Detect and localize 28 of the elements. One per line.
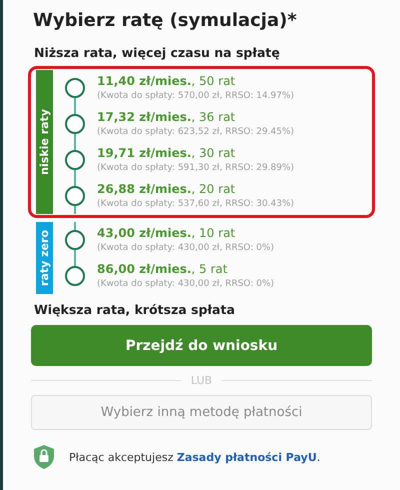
radio-button[interactable]	[65, 186, 85, 206]
section-label: Większa rata, krótsza spłata	[34, 302, 236, 317]
radio-button[interactable]	[65, 230, 85, 250]
shield-lock-icon	[33, 444, 55, 470]
installment-option[interactable]: 19,71 zł/mies., 30 rat	[97, 146, 294, 160]
installment-details: (Kwota do spłaty: 570,00 zł, RRSO: 14.97%)	[97, 90, 294, 100]
group-label: niskie raty	[36, 70, 53, 214]
group-label: raty zero	[36, 222, 53, 294]
installment-details: (Kwota do spłaty: 430,00 zł, RRSO: 0%)	[97, 242, 274, 252]
page-title: Wybierz ratę (symulacja)*	[33, 10, 298, 31]
proceed-button[interactable]: Przejdź do wniosku	[31, 325, 372, 366]
radio-button[interactable]	[65, 114, 85, 134]
installment-option[interactable]: 86,00 zł/mies., 5 rat	[97, 262, 274, 276]
installment-details: (Kwota do spłaty: 430,00 zł, RRSO: 0%)	[97, 278, 274, 288]
other-method-button[interactable]: Wybierz inną metodę płatności	[31, 395, 372, 430]
installment-option[interactable]: 26,88 zł/mies., 20 rat	[97, 182, 294, 196]
radio-button[interactable]	[65, 266, 85, 286]
installment-option[interactable]: 17,32 zł/mies., 36 rat	[97, 110, 294, 124]
section-label: Niższa rata, więcej czasu na spłatę	[34, 45, 281, 60]
installment-details: (Kwota do spłaty: 591,30 zł, RRSO: 29.89%)	[97, 162, 294, 172]
installment-option[interactable]: 11,40 zł/mies., 50 rat	[97, 74, 294, 88]
radio-button[interactable]	[65, 150, 85, 170]
installment-details: (Kwota do spłaty: 623,52 zł, RRSO: 29.45%)	[97, 126, 294, 136]
radio-button[interactable]	[65, 78, 85, 98]
installment-details: (Kwota do spłaty: 537,60 zł, RRSO: 30.43%)	[97, 198, 294, 208]
installment-option[interactable]: 43,00 zł/mies., 10 rat	[97, 226, 274, 240]
terms-link[interactable]: Zasady płatności PayU	[176, 450, 317, 464]
terms-text: Płacąc akceptujesz Zasady płatności PayU.	[69, 450, 320, 464]
